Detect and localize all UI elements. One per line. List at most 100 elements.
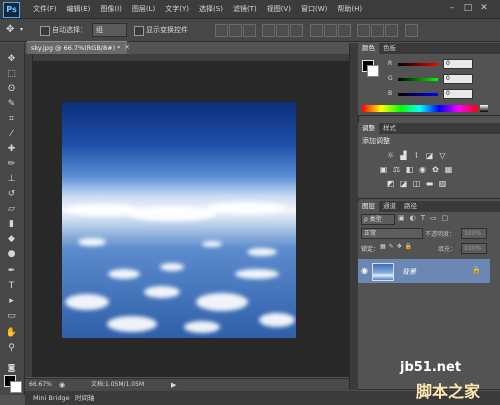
menu-layer[interactable]: 图层(L) xyxy=(127,0,160,18)
invert-icon[interactable]: ◩ xyxy=(385,179,396,189)
brightness-icon[interactable]: ☼ xyxy=(385,151,396,161)
blur-tool-icon[interactable]: ◆ xyxy=(3,233,20,246)
visibility-eye-icon[interactable]: ◉ xyxy=(361,266,368,275)
gradient-tool-icon[interactable]: ▮ xyxy=(3,218,20,231)
menu-view[interactable]: 视图(V) xyxy=(262,0,296,18)
move-tool-icon[interactable]: ✥ xyxy=(3,53,20,66)
menu-select[interactable]: 选择(S) xyxy=(194,0,228,18)
channel-mixer-icon[interactable]: ✿ xyxy=(430,165,441,175)
align-bottom-icon[interactable] xyxy=(243,24,256,37)
layer-filter-select[interactable]: ρ 类型 xyxy=(361,214,395,225)
mini-bridge-tab[interactable]: Mini Bridge xyxy=(29,392,74,404)
background-color-swatch[interactable] xyxy=(10,381,22,393)
brush-tool-icon[interactable]: ✏ xyxy=(3,158,20,171)
move-tool-icon[interactable]: ✥ xyxy=(6,23,14,37)
red-value-input[interactable]: 0 xyxy=(443,59,473,69)
eraser-tool-icon[interactable]: ▱ xyxy=(3,203,20,216)
quick-select-tool-icon[interactable]: ✎ xyxy=(3,98,20,111)
menu-help[interactable]: 帮助(H) xyxy=(332,0,367,18)
path-select-tool-icon[interactable]: ▸ xyxy=(3,295,20,308)
document-image[interactable] xyxy=(62,102,296,338)
tab-swatches[interactable]: 色板 xyxy=(379,43,400,54)
menu-window[interactable]: 窗口(W) xyxy=(296,0,332,18)
distribute-left-icon[interactable] xyxy=(357,24,370,37)
threshold-icon[interactable]: ◫ xyxy=(411,179,422,189)
pen-tool-icon[interactable]: ✒ xyxy=(3,265,20,278)
auto-align-icon[interactable] xyxy=(405,24,418,37)
menu-image[interactable]: 图像(I) xyxy=(95,0,127,18)
eyedropper-tool-icon[interactable]: ⁄ xyxy=(3,128,20,141)
background-color-swatch[interactable] xyxy=(367,65,379,77)
history-brush-tool-icon[interactable]: ↺ xyxy=(3,188,20,201)
color-lookup-icon[interactable]: ▦ xyxy=(443,165,454,175)
exposure-icon[interactable]: ◪ xyxy=(424,151,435,161)
dodge-tool-icon[interactable]: ● xyxy=(3,248,20,261)
opacity-input[interactable]: 100% xyxy=(461,228,487,239)
menu-type[interactable]: 文字(Y) xyxy=(160,0,194,18)
distribute-top-icon[interactable] xyxy=(310,24,323,37)
tab-color[interactable]: 颜色 xyxy=(358,43,379,54)
align-vcenter-icon[interactable] xyxy=(229,24,242,37)
layer-row-background[interactable]: ◉ 背景 🔒 xyxy=(358,259,490,283)
gradient-map-icon[interactable]: ▬ xyxy=(424,179,435,189)
document-tab-close-icon[interactable]: × xyxy=(124,41,132,53)
marquee-tool-icon[interactable]: ⬚ xyxy=(3,68,20,81)
red-slider[interactable] xyxy=(398,63,438,66)
timeline-tab[interactable]: 时间轴 xyxy=(71,392,99,404)
green-value-input[interactable]: 0 xyxy=(443,74,473,84)
document-tab[interactable]: sky.jpg @ 66.7%(RGB/8#) * xyxy=(27,41,127,54)
black-white-ramp[interactable] xyxy=(480,105,488,112)
color-spectrum-ramp[interactable] xyxy=(362,105,478,112)
status-info-icon[interactable]: ◉ xyxy=(59,379,65,391)
blue-value-input[interactable]: 0 xyxy=(443,89,473,99)
distribute-vcenter-icon[interactable] xyxy=(324,24,337,37)
curves-icon[interactable]: ⌇ xyxy=(411,151,422,161)
zoom-level[interactable]: 66.67% xyxy=(29,379,52,391)
close-button[interactable]: ✕ xyxy=(478,3,490,14)
tab-layers[interactable]: 图层 xyxy=(358,201,379,212)
hand-tool-icon[interactable]: ✋ xyxy=(3,327,20,340)
distribute-bottom-icon[interactable] xyxy=(338,24,351,37)
tab-adjustments[interactable]: 调整 xyxy=(358,123,379,134)
status-menu-arrow-icon[interactable]: ▶ xyxy=(171,379,176,391)
tab-styles[interactable]: 样式 xyxy=(379,123,400,134)
layer-name[interactable]: 背景 xyxy=(402,267,416,277)
minimize-button[interactable]: – xyxy=(446,3,458,14)
levels-icon[interactable]: ▟ xyxy=(398,151,409,161)
healing-brush-tool-icon[interactable]: ✚ xyxy=(3,143,20,156)
show-transform-checkbox[interactable] xyxy=(134,26,144,36)
align-right-icon[interactable] xyxy=(290,24,303,37)
crop-tool-icon[interactable]: ⌗ xyxy=(3,113,20,126)
type-tool-icon[interactable]: T xyxy=(3,280,20,293)
black-white-icon[interactable]: ◧ xyxy=(404,165,415,175)
fill-input[interactable]: 100% xyxy=(461,243,487,254)
edit-mode-icon[interactable]: ◙ xyxy=(3,361,20,374)
selective-color-icon[interactable]: ▨ xyxy=(437,179,448,189)
color-balance-icon[interactable]: ⚖ xyxy=(391,165,402,175)
tab-channels[interactable]: 通道 xyxy=(379,201,400,212)
distribute-right-icon[interactable] xyxy=(385,24,398,37)
hue-saturation-icon[interactable]: ▣ xyxy=(378,165,389,175)
auto-select-checkbox[interactable] xyxy=(40,26,50,36)
blend-mode-select[interactable]: 正常 xyxy=(361,228,423,239)
auto-select-dropdown[interactable]: 组 xyxy=(92,23,127,37)
photo-filter-icon[interactable]: ◉ xyxy=(417,165,428,175)
align-top-icon[interactable] xyxy=(215,24,228,37)
maximize-button[interactable]: □ xyxy=(462,3,474,14)
blue-slider[interactable] xyxy=(398,93,438,96)
distribute-hcenter-icon[interactable] xyxy=(371,24,384,37)
tool-preset-chevron-icon[interactable]: ▾ xyxy=(20,23,23,37)
shape-tool-icon[interactable]: ▭ xyxy=(3,310,20,323)
align-hcenter-icon[interactable] xyxy=(276,24,289,37)
lasso-tool-icon[interactable]: ʘ xyxy=(3,83,20,96)
menu-filter[interactable]: 滤镜(T) xyxy=(228,0,262,18)
green-slider[interactable] xyxy=(398,78,438,81)
vibrance-icon[interactable]: ▽ xyxy=(437,151,448,161)
zoom-tool-icon[interactable]: ⚲ xyxy=(3,342,20,355)
align-left-icon[interactable] xyxy=(262,24,275,37)
clone-stamp-tool-icon[interactable]: ⊥ xyxy=(3,173,20,186)
menu-edit[interactable]: 编辑(E) xyxy=(62,0,96,18)
layer-filter-icons[interactable]: ▣◐T▭▢ xyxy=(398,214,488,224)
lock-icons[interactable]: ▦✎✥🔒 xyxy=(380,243,420,252)
posterize-icon[interactable]: ◪ xyxy=(398,179,409,189)
